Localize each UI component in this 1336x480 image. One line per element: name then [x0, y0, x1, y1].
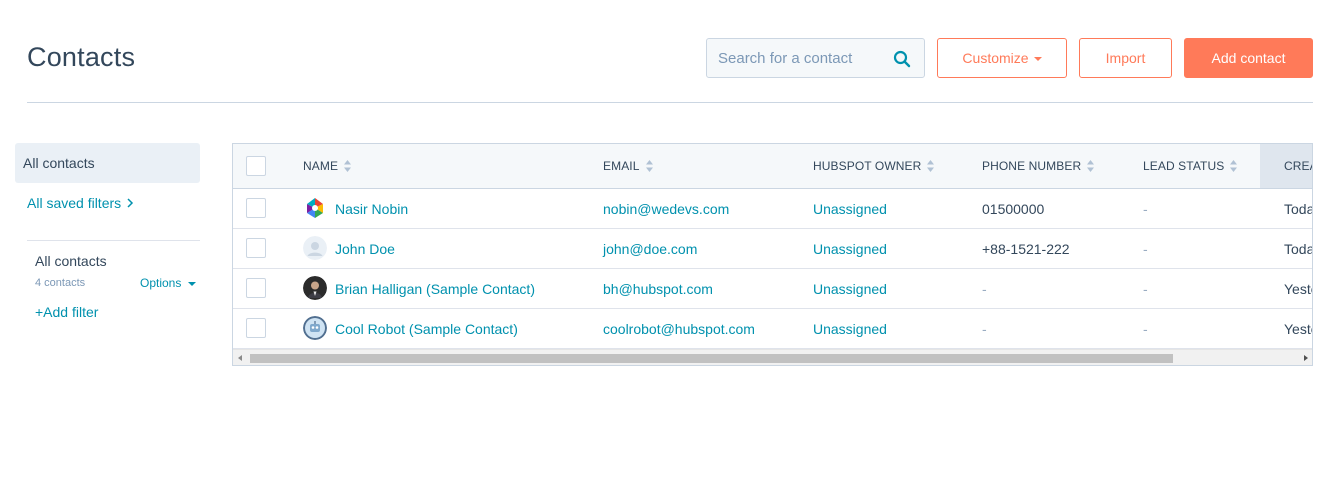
lead-status: -	[1143, 200, 1148, 217]
all-saved-filters-link[interactable]: All saved filters	[27, 195, 134, 211]
table-row[interactable]: Brian Halligan (Sample Contact) bh@hubsp…	[233, 269, 1312, 309]
sort-icon	[645, 160, 653, 172]
owner-link[interactable]: Unassigned	[813, 229, 887, 268]
row-checkbox[interactable]	[246, 278, 266, 298]
scroll-left-arrow-icon[interactable]	[238, 355, 242, 361]
contact-email-link[interactable]: coolrobot@hubspot.com	[603, 309, 755, 348]
header-divider	[27, 102, 1313, 103]
colorful-logo-avatar	[303, 196, 327, 220]
scroll-right-arrow-icon[interactable]	[1304, 355, 1308, 361]
row-checkbox[interactable]	[246, 198, 266, 218]
robot-avatar	[303, 316, 327, 340]
saved-filters-label: All saved filters	[27, 195, 122, 211]
page-title: Contacts	[27, 42, 136, 72]
column-header-phone-number[interactable]: PHONE NUMBER	[982, 144, 1095, 188]
caret-down-icon	[188, 282, 197, 286]
options-dropdown[interactable]: Options	[140, 276, 197, 290]
contact-name-link[interactable]: John Doe	[335, 229, 395, 268]
add-filter-button[interactable]: +Add filter	[35, 304, 98, 320]
create-date: Yeste	[1284, 280, 1312, 297]
contact-name-link[interactable]: Cool Robot (Sample Contact)	[335, 309, 518, 348]
phone-number: 01500000	[982, 200, 1045, 217]
owner-link[interactable]: Unassigned	[813, 309, 887, 348]
create-date: Toda	[1284, 200, 1313, 217]
search-input[interactable]	[707, 39, 887, 77]
column-header-email[interactable]: EMAIL	[603, 144, 653, 188]
phone-number: -	[982, 280, 987, 297]
sort-icon	[344, 160, 352, 172]
default-person-avatar	[303, 236, 327, 260]
sort-icon	[1230, 160, 1238, 172]
import-label: Import	[1105, 50, 1146, 66]
customize-button[interactable]: Customize	[937, 38, 1067, 78]
owner-link[interactable]: Unassigned	[813, 269, 887, 308]
table-row[interactable]: John Doe john@doe.com Unassigned +88-152…	[233, 229, 1313, 269]
horizontal-scrollbar[interactable]	[233, 349, 1312, 365]
contact-name-link[interactable]: Nasir Nobin	[335, 189, 408, 228]
select-all-checkbox[interactable]	[246, 156, 266, 176]
add-contact-label: Add contact	[1211, 50, 1286, 66]
table-row[interactable]: Nasir Nobin nobin@wedevs.com Unassigned …	[233, 189, 1313, 229]
lead-status: -	[1143, 240, 1148, 257]
column-header-lead-status[interactable]: LEAD STATUS	[1143, 144, 1238, 188]
contact-email-link[interactable]: bh@hubspot.com	[603, 269, 713, 308]
create-date: Yeste	[1284, 320, 1312, 337]
lead-status: -	[1143, 320, 1148, 337]
contact-email-link[interactable]: nobin@wedevs.com	[603, 189, 729, 228]
row-checkbox[interactable]	[246, 238, 266, 258]
customize-label: Customize	[962, 50, 1029, 66]
sidebar-divider	[27, 240, 200, 241]
lead-status: -	[1143, 280, 1148, 297]
sort-icon	[927, 160, 935, 172]
owner-link[interactable]: Unassigned	[813, 189, 887, 228]
contact-email-link[interactable]: john@doe.com	[603, 229, 697, 268]
sidebar-item-label: All contacts	[23, 155, 95, 171]
search-icon[interactable]	[893, 50, 911, 68]
contact-name-link[interactable]: Brian Halligan (Sample Contact)	[335, 269, 535, 308]
create-date: Toda	[1284, 240, 1313, 257]
table-header: NAME EMAIL HUBSPOT OWNER PHONE NUMBER LE…	[233, 144, 1312, 189]
view-count: 4 contacts	[35, 277, 86, 289]
phone-number: -	[982, 320, 987, 337]
sidebar-item-all-contacts[interactable]: All contacts	[15, 143, 200, 183]
import-button[interactable]: Import	[1079, 38, 1172, 78]
chevron-right-icon	[127, 198, 134, 208]
column-header-name[interactable]: NAME	[303, 144, 352, 188]
sort-icon	[1087, 160, 1095, 172]
options-label: Options	[140, 276, 182, 290]
row-checkbox[interactable]	[246, 318, 266, 338]
caret-down-icon	[1033, 57, 1042, 61]
contacts-table: NAME EMAIL HUBSPOT OWNER PHONE NUMBER LE…	[232, 143, 1313, 366]
search-box[interactable]	[706, 38, 925, 78]
view-name: All contacts	[35, 253, 107, 269]
photo-avatar	[303, 276, 327, 300]
phone-number: +88-1521-222	[982, 240, 1070, 257]
table-row[interactable]: Cool Robot (Sample Contact) coolrobot@hu…	[233, 309, 1312, 349]
column-header-hubspot-owner[interactable]: HUBSPOT OWNER	[813, 144, 935, 188]
scrollbar-thumb[interactable]	[250, 354, 1173, 363]
add-contact-button[interactable]: Add contact	[1184, 38, 1313, 78]
column-header-create-date[interactable]: CREA	[1260, 144, 1312, 188]
